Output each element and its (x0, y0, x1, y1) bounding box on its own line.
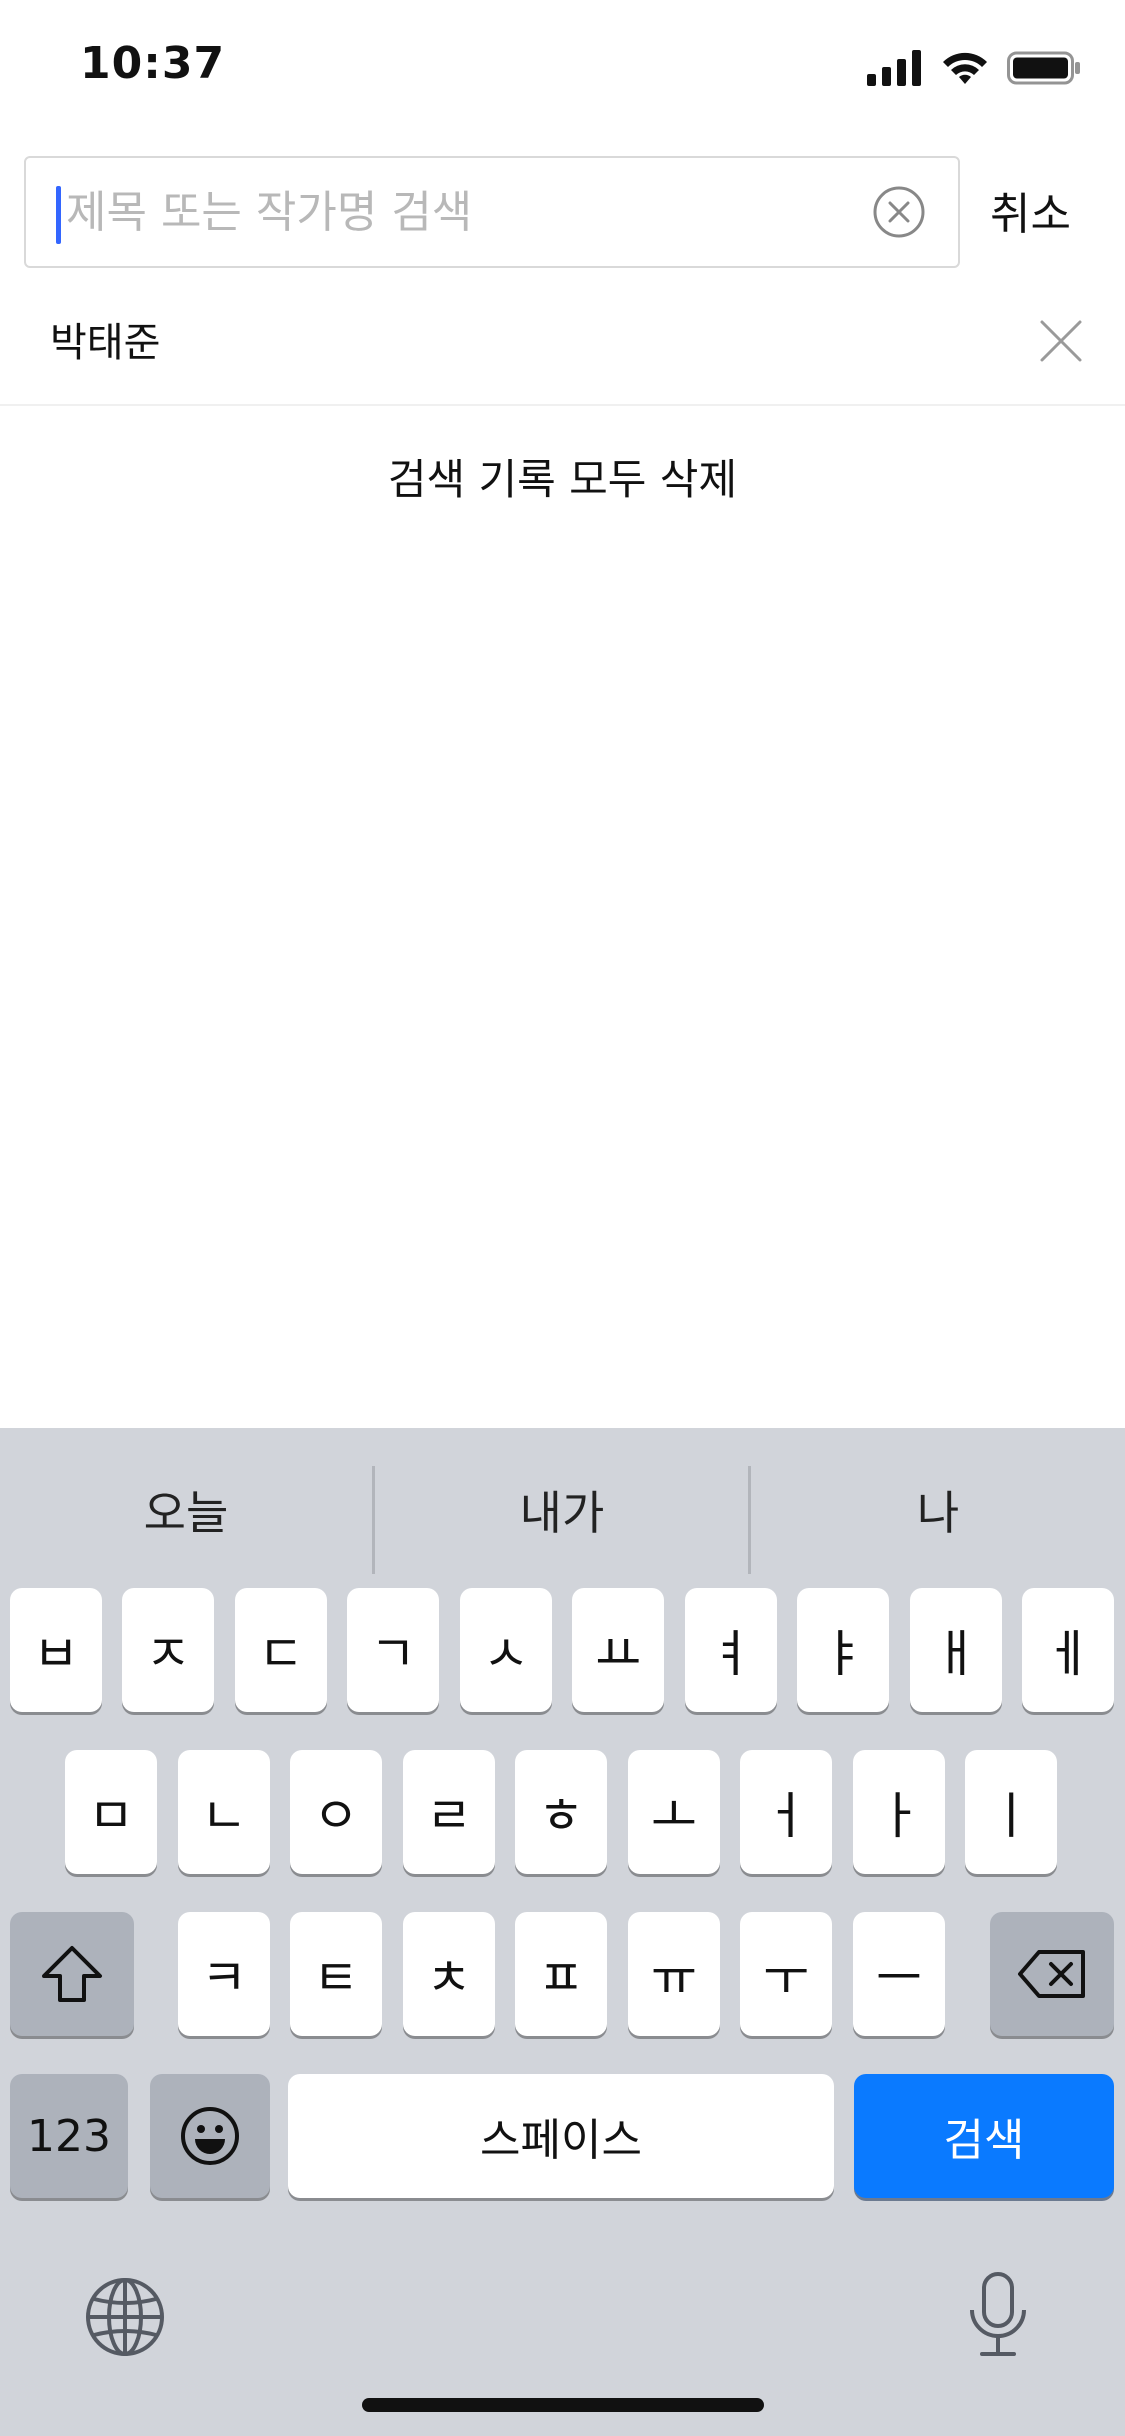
key[interactable]: ㅇ (290, 1750, 382, 1874)
delete-all-history-button[interactable]: 검색 기록 모두 삭제 (0, 446, 1125, 507)
key[interactable]: ㅊ (403, 1912, 495, 2036)
key[interactable]: ㄷ (235, 1588, 327, 1712)
status-icons (867, 50, 1081, 86)
globe-icon[interactable] (84, 2276, 166, 2358)
key[interactable]: ㅔ (1022, 1588, 1114, 1712)
suggestion-divider (372, 1466, 375, 1574)
status-bar: 10:37 (0, 0, 1125, 140)
key[interactable]: ㅣ (965, 1750, 1057, 1874)
key[interactable]: ㅅ (460, 1588, 552, 1712)
key[interactable]: ㄹ (403, 1750, 495, 1874)
key[interactable]: ㅈ (122, 1588, 214, 1712)
search-history-item[interactable] (0, 284, 1125, 406)
key[interactable]: ㅍ (515, 1912, 607, 2036)
key[interactable]: ㅏ (853, 1750, 945, 1874)
numbers-key[interactable]: 123 (10, 2074, 128, 2198)
key[interactable]: ㅛ (572, 1588, 664, 1712)
delete-key[interactable] (990, 1912, 1114, 2036)
shift-key[interactable] (10, 1912, 134, 2036)
key[interactable]: ㅕ (685, 1588, 777, 1712)
remove-history-icon[interactable] (1038, 318, 1084, 364)
home-indicator (362, 2398, 764, 2412)
search-input[interactable] (56, 158, 886, 266)
search-history-label[interactable]: 박태준 (50, 310, 160, 368)
key[interactable]: ㅗ (628, 1750, 720, 1874)
search-return-key[interactable]: 검색 (854, 2074, 1114, 2198)
key[interactable]: ㅌ (290, 1912, 382, 2036)
key[interactable]: ㄴ (178, 1750, 270, 1874)
search-box[interactable] (24, 156, 960, 268)
key[interactable]: ㅐ (910, 1588, 1002, 1712)
key[interactable]: ㅎ (515, 1750, 607, 1874)
microphone-icon[interactable] (966, 2270, 1030, 2360)
key[interactable]: ㅡ (853, 1912, 945, 2036)
emoji-key[interactable] (150, 2074, 270, 2198)
wifi-icon (943, 52, 987, 84)
cellular-signal-icon (867, 50, 921, 86)
suggestion-3[interactable]: 나 (752, 1468, 1124, 1558)
suggestion-2[interactable]: 내가 (376, 1468, 748, 1558)
emoji-icon (181, 2107, 239, 2165)
shift-icon (42, 1946, 102, 2002)
clear-search-icon[interactable] (872, 185, 926, 239)
key[interactable]: ㅑ (797, 1588, 889, 1712)
suggestion-1[interactable]: 오늘 (0, 1468, 372, 1558)
key[interactable]: ㅁ (65, 1750, 157, 1874)
key[interactable]: ㅜ (740, 1912, 832, 2036)
text-cursor (56, 186, 61, 244)
battery-icon (1007, 51, 1080, 85)
key[interactable]: ㅂ (10, 1588, 102, 1712)
key[interactable]: ㅋ (178, 1912, 270, 2036)
key[interactable]: ㅠ (628, 1912, 720, 2036)
backspace-icon (1018, 1950, 1085, 1998)
key[interactable]: ㄱ (347, 1588, 439, 1712)
suggestion-divider (748, 1466, 751, 1574)
key[interactable]: ㅓ (740, 1750, 832, 1874)
status-time: 10:37 (80, 38, 226, 89)
cancel-button[interactable]: 취소 (990, 178, 1071, 242)
space-key[interactable]: 스페이스 (288, 2074, 834, 2198)
